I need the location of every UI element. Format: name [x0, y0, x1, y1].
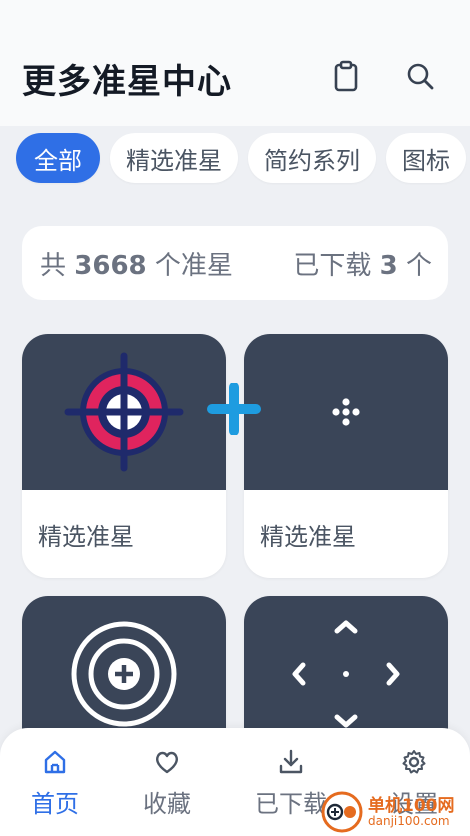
- watermark-logo-icon: [321, 791, 363, 833]
- crosshair-card[interactable]: 精选准星: [244, 334, 448, 578]
- chip-icons[interactable]: 图标: [386, 133, 466, 183]
- stats-bar: 共 3668 个准星 已下载 3 个: [22, 226, 448, 300]
- chip-featured[interactable]: 精选准星: [110, 133, 238, 183]
- card-label: 精选准星: [260, 522, 356, 551]
- clipboard-icon[interactable]: [326, 56, 366, 96]
- search-icon[interactable]: [400, 56, 440, 96]
- nav-label: 收藏: [143, 790, 191, 818]
- nav-label: 首页: [31, 790, 79, 818]
- total-count-text: 共 3668 个准星: [40, 245, 233, 282]
- page-title: 更多准星中心: [22, 62, 232, 102]
- nav-favorites[interactable]: 收藏: [122, 748, 212, 819]
- total-count: 3668: [74, 250, 147, 281]
- app-header: 更多准星中心: [0, 0, 470, 126]
- nav-label: 已下载: [255, 790, 327, 818]
- nav-home[interactable]: 首页: [10, 748, 100, 819]
- watermark-logo: 单机100网 danji100.com: [320, 790, 455, 834]
- crosshair-target-icon: [64, 352, 184, 472]
- gear-icon: [402, 750, 426, 774]
- crosshair-card[interactable]: 精选准星: [22, 334, 226, 578]
- home-icon: [44, 750, 66, 774]
- card-preview: [22, 334, 226, 490]
- total-suffix: 个准星: [154, 250, 233, 281]
- chevron-arrows-crosshair-icon: [292, 620, 400, 728]
- dot-cluster-crosshair-icon: [332, 398, 360, 426]
- download-icon: [279, 749, 303, 774]
- add-plus-icon[interactable]: [206, 382, 262, 436]
- category-chips: 全部 精选准星 简约系列 图标: [16, 133, 466, 183]
- downloaded-count: 3: [379, 250, 398, 281]
- card-label: 精选准星: [38, 522, 134, 551]
- watermark-sub-text: danji100.com: [368, 813, 450, 828]
- downloaded-count-text: 已下载 3 个: [293, 245, 432, 282]
- watermark-main-text: 单机100网: [368, 795, 455, 816]
- downloaded-prefix: 已下载: [293, 250, 372, 281]
- circle-plus-crosshair-icon: [71, 621, 177, 727]
- chip-all[interactable]: 全部: [16, 133, 100, 183]
- total-prefix: 共: [40, 250, 67, 281]
- chip-simple[interactable]: 简约系列: [248, 133, 376, 183]
- card-preview: [244, 334, 448, 490]
- heart-icon: [155, 751, 179, 774]
- downloaded-suffix: 个: [405, 250, 432, 281]
